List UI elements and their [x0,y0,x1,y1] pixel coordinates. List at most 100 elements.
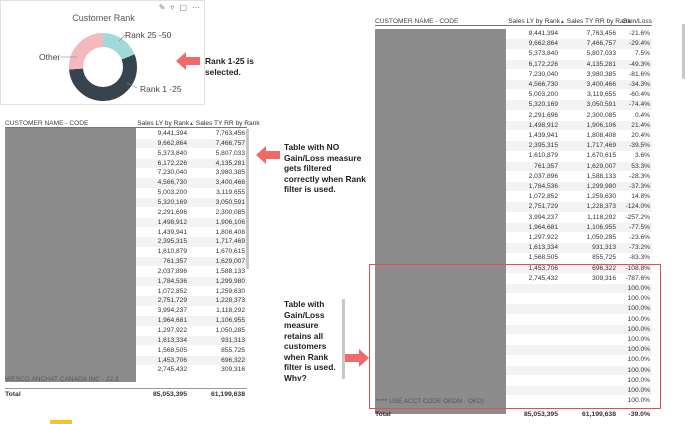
cell-sales-ly: 1,568,505 [157,346,187,354]
total-sales-ty: 61,199,638 [581,411,616,418]
cell-sales-ly: 1,297,922 [528,234,558,241]
cell-sales-ty: 3,050,591 [586,101,616,109]
cell-sales-ly: 1,964,681 [528,223,558,231]
cell-sales-ty: 3,119,655 [587,91,616,99]
cell-sales-ly: 1,613,334 [157,336,187,344]
total-gain-loss: -39.0% [628,411,650,418]
cell-sales-ly: 5,373,840 [528,50,558,58]
highlight-box [369,264,661,409]
header-customer-name[interactable]: CUSTOMER NAME - CODE [375,18,508,25]
header-sales-ly[interactable]: Sales LY by Rank [508,18,560,25]
cell-gain-loss: 14.8% [631,193,650,201]
cell-sales-ly: 2,395,315 [157,238,187,246]
arrow-right-icon [345,349,369,367]
total-sales-ly: 85,053,395 [523,411,558,418]
cell-sales-ly: 4,566,730 [528,81,558,88]
cell-sales-ly: 1,439,941 [528,132,558,139]
cell-sales-ty: 696,322 [221,356,245,364]
header-sales-ly[interactable]: Sales LY by Rank [137,120,189,127]
total-sales-ly: 85,053,395 [152,391,187,398]
cell-sales-ty: 1,717,469 [215,238,245,246]
left-table-scrollbar[interactable] [246,129,249,269]
label-rank-25-50: Rank 25 -50 [125,30,172,40]
cell-gain-loss: -257.2% [625,213,650,221]
header-sales-ty[interactable]: ▲ Sales TY RR by Rank [560,18,631,25]
label-rank-1-25: Rank 1 -25 [140,84,182,94]
cell-sales-ly: 4,566,730 [157,179,187,187]
cell-sales-ty: 3,400,466 [215,179,245,187]
cell-sales-ly: 1,613,334 [528,244,558,252]
cell-sales-ty: 7,466,757 [586,40,616,48]
cell-sales-ly: 2,291,696 [157,208,187,216]
left-table-visual[interactable]: CUSTOMER NAME - CODE Sales LY by Rank ▲ … [0,115,260,405]
cell-sales-ty: 1,629,007 [586,162,616,170]
note-rank-selected: Rank 1-25 is selected. [205,56,254,77]
header-gain-loss[interactable]: Gain/Loss [618,18,652,25]
cell-sales-ty: 1,906,106 [586,121,616,129]
cell-sales-ty: 1,050,285 [215,327,245,334]
cell-sales-ly: 6,172,226 [528,60,558,68]
cell-sales-ty: 1,808,408 [586,132,616,139]
cell-sales-ly: 1,072,852 [528,193,558,201]
cell-sales-ly: 7,230,040 [528,70,558,78]
cell-sales-ty: 1,259,630 [215,287,245,295]
cell-gain-loss: -29.4% [629,40,650,48]
cell-sales-ty: 1,118,292 [216,307,245,315]
page-tab-indicator[interactable] [50,420,72,424]
cell-gain-loss: -49.3% [629,60,650,68]
right-table-scrollbar[interactable] [682,24,685,79]
cell-sales-ly: 9,441,394 [528,30,558,37]
cell-sales-ly: 5,003,200 [157,189,187,197]
header-sales-ty[interactable]: ▲ Sales TY RR by Rank [189,120,260,127]
right-table-header: CUSTOMER NAME - CODE Sales LY by Rank ▲ … [375,13,652,26]
cell-gain-loss: 53.3% [631,162,650,170]
redacted-customer-names [5,128,136,382]
cell-sales-ty: 3,980,385 [215,169,245,177]
cell-gain-loss: 7.5% [634,50,650,58]
note-scrollbar[interactable] [342,299,345,379]
cell-sales-ly: 2,395,315 [528,142,558,150]
cell-sales-ly: 9,441,394 [157,130,187,137]
cell-gain-loss: -34.3% [629,81,650,88]
cell-gain-loss: -83.3% [629,254,650,262]
cell-sales-ty: 855,725 [592,254,616,262]
cell-sales-ly: 9,662,864 [157,139,187,147]
cell-sales-ly: 1,568,505 [528,254,558,262]
cell-gain-loss: 21.4% [631,121,650,129]
cell-gain-loss: -73.2% [629,244,650,252]
total-sales-ty: 61,199,638 [210,391,245,398]
cell-gain-loss: 20.4% [631,132,650,139]
cell-sales-ty: 1,670,615 [586,152,616,160]
cell-sales-ly: 2,037,896 [528,172,558,180]
sort-ascending-icon: ▲ [560,19,565,25]
cell-sales-ty: 1,106,955 [215,317,245,325]
cell-sales-ty: 3,980,385 [586,70,616,78]
cell-gain-loss: -74.4% [629,101,650,109]
cell-sales-ly: 2,751,729 [157,297,187,305]
cell-sales-ly: 2,037,896 [157,267,187,275]
cell-sales-ty: 3,400,466 [586,81,616,88]
cell-sales-ly: 1,453,706 [157,356,187,364]
partial-customer-name: WESCO ANCHAT CANADA INC - 22.3 [5,376,119,383]
arrow-left-icon [176,52,200,70]
cell-sales-ly: 5,320,169 [528,101,558,109]
cell-sales-ly: 7,230,040 [157,169,187,177]
note-with-gainloss: Table with Gain/Loss measure retains all… [284,299,336,381]
cell-sales-ty: 1,299,980 [586,183,616,190]
cell-gain-loss: 3.6% [634,152,650,160]
cell-sales-ty: 7,763,456 [586,30,616,37]
cell-sales-ty: 1,118,292 [587,213,616,221]
header-customer-name[interactable]: CUSTOMER NAME - CODE [5,120,137,127]
cell-sales-ty: 309,316 [221,366,245,374]
cell-sales-ty: 931,313 [221,336,245,344]
cell-sales-ly: 3,994,237 [528,213,558,221]
cell-gain-loss: -77.5% [629,223,650,231]
cell-sales-ty: 1,299,980 [215,277,245,285]
cell-sales-ty: 1,808,408 [215,228,245,236]
cell-sales-ty: 1,228,373 [215,297,245,305]
sort-ascending-icon: ▲ [189,121,194,127]
cell-sales-ly: 5,373,840 [157,149,187,157]
cell-sales-ty: 1,106,955 [586,223,616,231]
cell-sales-ly: 1,784,536 [528,183,558,190]
donut-chart-visual[interactable]: ✎ ▿ ▢ ⋯ Customer Rank Rank 25 -50 Other … [0,0,205,105]
